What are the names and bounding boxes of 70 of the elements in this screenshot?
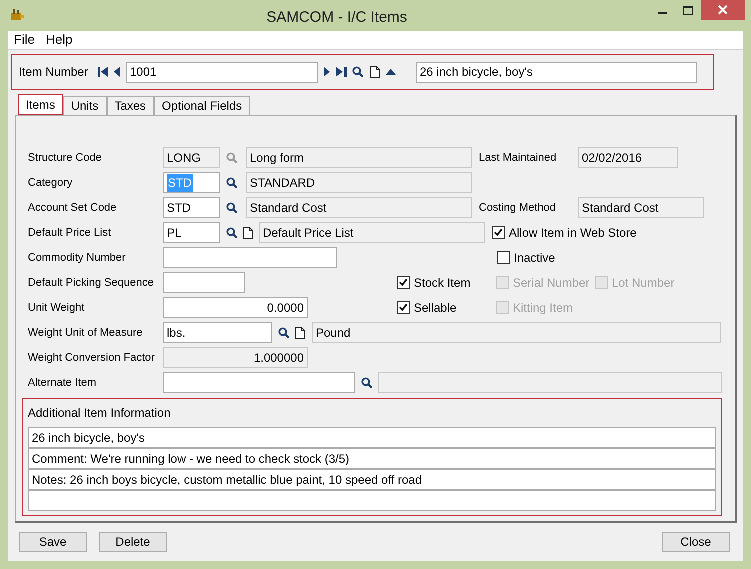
- tab[interactable]: Optional Fields: [154, 96, 250, 115]
- field-label: Weight Unit of Measure: [28, 327, 143, 340]
- maximize-icon: [683, 6, 693, 14]
- search-icon[interactable]: [226, 176, 238, 188]
- info-line-field[interactable]: Notes: 26 inch boys bicycle, custom metallic blue paint, 10 speed off road: [28, 469, 716, 490]
- tab[interactable]: Taxes: [106, 96, 154, 115]
- checkmark-icon: [399, 278, 408, 287]
- menu-item[interactable]: Help: [42, 30, 77, 50]
- new-document-icon[interactable]: [243, 226, 253, 238]
- item-description-field[interactable]: 26 inch bicycle, boy's: [416, 62, 697, 82]
- checkmark-icon: [494, 228, 503, 237]
- text-field[interactable]: lbs.: [163, 322, 272, 343]
- new-document-icon[interactable]: [295, 326, 305, 338]
- tab[interactable]: Items: [18, 94, 64, 115]
- last-record-icon[interactable]: [336, 67, 347, 77]
- first-record-icon[interactable]: [98, 67, 109, 77]
- checkbox[interactable]: [397, 276, 410, 289]
- next-record-icon[interactable]: [324, 67, 330, 77]
- field-label: Alternate Item: [28, 377, 96, 390]
- dialog-button[interactable]: Delete: [99, 532, 167, 552]
- field-label: Default Picking Sequence: [28, 277, 154, 290]
- field-label: Costing Method: [479, 202, 556, 214]
- window-title: SAMCOM - I/C Items: [266, 8, 408, 28]
- item-number-field[interactable]: 1001: [126, 62, 318, 82]
- checkbox[interactable]: [497, 251, 510, 264]
- minimize-icon: [658, 12, 666, 14]
- dialog-button[interactable]: Close: [662, 532, 730, 552]
- section-title: Additional Item Information: [28, 405, 171, 422]
- field-label: Account Set Code: [28, 202, 117, 214]
- tab[interactable]: Units: [63, 96, 107, 115]
- search-icon[interactable]: [226, 202, 238, 214]
- search-icon[interactable]: [278, 326, 290, 338]
- field-label: Category: [28, 177, 73, 190]
- text-field[interactable]: [163, 247, 337, 268]
- menu-item[interactable]: File: [10, 30, 39, 50]
- field-label: Item Number: [19, 64, 90, 81]
- checkbox-label: Kitting Item: [513, 300, 574, 316]
- checkbox-label: Inactive: [514, 250, 556, 266]
- checkmark-icon: [399, 303, 408, 312]
- search-icon[interactable]: [361, 376, 373, 388]
- checkbox-label: Stock Item: [414, 274, 471, 292]
- field-label: Commodity Number: [28, 252, 126, 264]
- field-label: Unit Weight: [28, 302, 85, 314]
- app-icon: [9, 7, 25, 23]
- checkbox[interactable]: [492, 226, 505, 239]
- field-label: Weight Conversion Factor: [28, 352, 155, 364]
- field-label: Last Maintained: [479, 152, 557, 164]
- field-label: Structure Code: [28, 152, 102, 164]
- info-line-field[interactable]: Comment: We're running low - we need to check stock (3/5): [28, 448, 716, 469]
- close-icon: [718, 5, 728, 15]
- previous-record-icon[interactable]: [114, 67, 120, 77]
- checkbox[interactable]: [397, 301, 410, 314]
- search-icon[interactable]: [226, 226, 238, 238]
- close-button[interactable]: [701, 0, 745, 20]
- new-document-icon[interactable]: [370, 66, 380, 78]
- checkbox-label: Sellable: [414, 300, 457, 316]
- checkbox-label: Serial Number: [513, 274, 590, 292]
- info-line-field[interactable]: [28, 490, 716, 511]
- checkbox-label: Lot Number: [612, 274, 675, 292]
- checkbox-label: Allow Item in Web Store: [509, 224, 637, 242]
- field-label: Default Price List: [28, 227, 112, 240]
- search-icon[interactable]: [352, 66, 364, 78]
- up-arrow-icon[interactable]: [386, 69, 396, 75]
- dialog-button[interactable]: Save: [19, 532, 87, 552]
- text-field[interactable]: STD: [163, 197, 220, 218]
- text-field[interactable]: [163, 272, 245, 293]
- text-field[interactable]: [163, 372, 355, 393]
- text-field[interactable]: PL: [163, 222, 220, 243]
- text-field[interactable]: 0.0000: [163, 297, 308, 318]
- info-line-field[interactable]: 26 inch bicycle, boy's: [28, 427, 716, 448]
